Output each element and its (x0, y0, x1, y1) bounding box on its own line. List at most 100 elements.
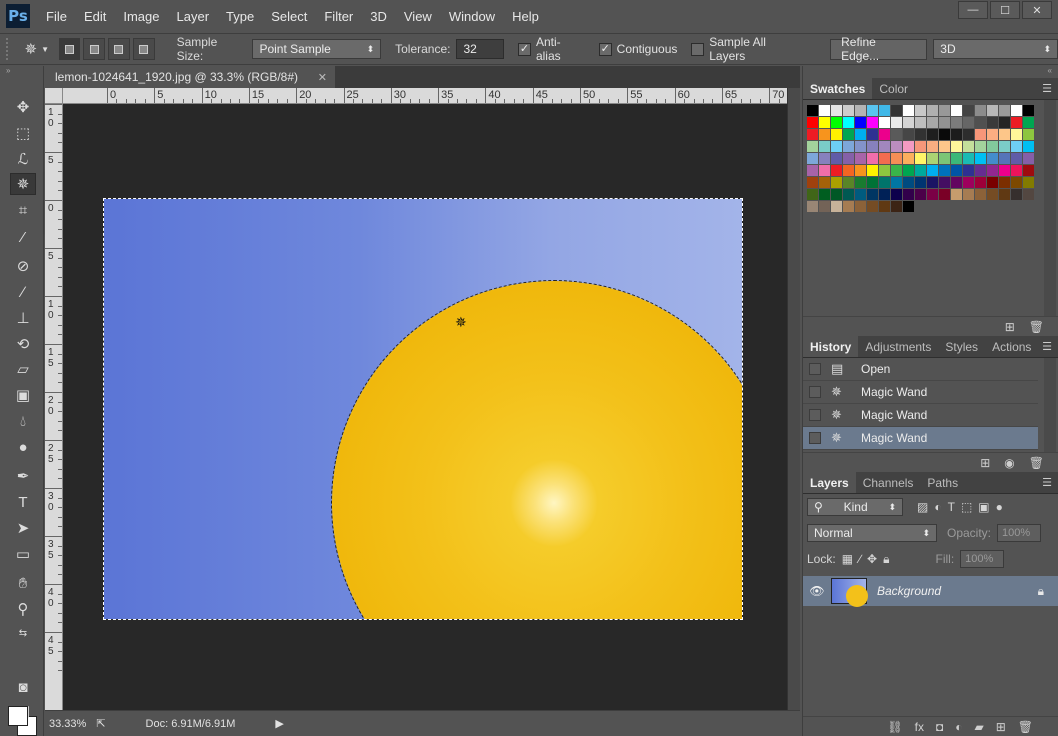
fill-input[interactable]: 100% (960, 550, 1005, 568)
swatch[interactable] (855, 165, 866, 176)
swatch[interactable] (1023, 105, 1034, 116)
swatch[interactable] (999, 177, 1010, 188)
swatch[interactable] (843, 129, 854, 140)
menu-file[interactable]: File (46, 9, 67, 24)
crop-tool[interactable]: ⌗ (10, 199, 36, 221)
swatch[interactable] (903, 117, 914, 128)
swatch[interactable] (951, 117, 962, 128)
contiguous-checkbox[interactable]: ✓ Contiguous (598, 42, 677, 56)
swatch[interactable] (963, 117, 974, 128)
tab-adjustments[interactable]: Adjustments (858, 336, 938, 357)
swatch[interactable] (819, 129, 830, 140)
minimize-button[interactable]: — (958, 1, 988, 19)
blend-mode-select[interactable]: Normal ⬍ (807, 524, 937, 542)
swatch[interactable] (819, 141, 830, 152)
swatch[interactable] (951, 105, 962, 116)
export-icon[interactable]: ⇱ (96, 717, 105, 730)
swatch[interactable] (855, 201, 866, 212)
swatch[interactable] (939, 165, 950, 176)
swatch[interactable] (975, 117, 986, 128)
swatch[interactable] (819, 153, 830, 164)
swatch[interactable] (987, 177, 998, 188)
document-vertical-scrollbar[interactable] (787, 88, 800, 710)
swatch[interactable] (843, 177, 854, 188)
shape-tool[interactable]: ▭ (10, 543, 36, 565)
tab-styles[interactable]: Styles (938, 336, 985, 357)
panel-menu-icon[interactable]: ☰ (1042, 476, 1052, 489)
menu-select[interactable]: Select (271, 9, 307, 24)
swatch[interactable] (843, 141, 854, 152)
swatch[interactable] (927, 189, 938, 200)
add-to-selection-button[interactable] (83, 38, 106, 60)
swatch[interactable] (819, 165, 830, 176)
menu-3d[interactable]: 3D (370, 9, 387, 24)
swatch[interactable] (879, 201, 890, 212)
history-brush-tool[interactable]: ⟲ (10, 333, 36, 355)
swatch[interactable] (1023, 141, 1034, 152)
clone-stamp-tool[interactable]: ⊥ (10, 307, 36, 329)
eyedropper-tool[interactable]: ⁄ (10, 226, 36, 248)
swatch[interactable] (915, 153, 926, 164)
horizontal-ruler[interactable]: 0 5 10 15 20 25 30 35 40 45 50 55 60 65 70 (63, 88, 787, 104)
swatch[interactable] (867, 201, 878, 212)
swatch[interactable] (939, 141, 950, 152)
swatch[interactable] (819, 105, 830, 116)
ruler-origin[interactable] (45, 88, 63, 104)
swatch[interactable] (963, 141, 974, 152)
swatch[interactable] (1023, 189, 1034, 200)
swatch[interactable] (903, 165, 914, 176)
swatch[interactable] (939, 189, 950, 200)
swatch[interactable] (867, 177, 878, 188)
swatch[interactable] (975, 165, 986, 176)
layer-background[interactable]: 👁︎ Background 🔒︎ (803, 576, 1058, 607)
swatch[interactable] (807, 165, 818, 176)
document-image[interactable] (103, 198, 743, 620)
swatch[interactable] (807, 105, 818, 116)
swatch[interactable] (843, 201, 854, 212)
swatch[interactable] (807, 129, 818, 140)
swatch[interactable] (879, 189, 890, 200)
fx-icon[interactable]: fx (915, 720, 924, 734)
smart-object-filter-icon[interactable]: ▣ (978, 500, 989, 514)
swatch[interactable] (903, 105, 914, 116)
swatch[interactable] (867, 141, 878, 152)
swatch[interactable] (975, 153, 986, 164)
opacity-input[interactable]: 100% (997, 524, 1042, 542)
layer-kind-select[interactable]: ⚲ Kind ⬍ (807, 498, 903, 516)
swatch[interactable] (831, 165, 842, 176)
tab-swatches[interactable]: Swatches (803, 78, 873, 99)
swatch[interactable] (1011, 189, 1022, 200)
swatch[interactable] (855, 141, 866, 152)
collapse-toolbar-icon[interactable]: » (0, 66, 43, 78)
lasso-tool[interactable]: ℒ (10, 148, 36, 170)
panel-menu-icon[interactable]: ☰ (1042, 340, 1052, 353)
swatch[interactable] (831, 153, 842, 164)
magic-wand-tool[interactable]: ✵ (10, 173, 36, 195)
menu-edit[interactable]: Edit (84, 9, 106, 24)
swatch[interactable] (999, 165, 1010, 176)
swatch[interactable] (927, 141, 938, 152)
swatch[interactable] (891, 105, 902, 116)
blur-tool[interactable]: 💧︎ (10, 410, 36, 432)
swatch[interactable] (819, 189, 830, 200)
swatch[interactable] (1011, 177, 1022, 188)
camera-icon[interactable]: ◉ (1004, 456, 1014, 470)
swatch[interactable] (867, 105, 878, 116)
swatch[interactable] (975, 129, 986, 140)
swatch[interactable] (951, 189, 962, 200)
swatch[interactable] (951, 177, 962, 188)
subtract-from-selection-button[interactable] (108, 38, 130, 60)
trash-icon[interactable]: 🗑︎ (1018, 720, 1033, 734)
new-layer-icon[interactable]: ⊞ (996, 720, 1006, 734)
swatch[interactable] (915, 117, 926, 128)
lock-position-icon[interactable]: ✥ (867, 552, 877, 566)
sample-size-select[interactable]: Point Sample ⬍ (252, 39, 382, 59)
add-mask-icon[interactable]: ◘ (936, 720, 943, 734)
swatch[interactable] (831, 141, 842, 152)
swatch[interactable] (831, 117, 842, 128)
swatch[interactable] (879, 177, 890, 188)
swatch[interactable] (891, 117, 902, 128)
lock-all-icon[interactable]: 🔒︎ (883, 552, 889, 567)
swatch[interactable] (891, 201, 902, 212)
zoom-tool[interactable]: ⚲ (10, 598, 36, 620)
